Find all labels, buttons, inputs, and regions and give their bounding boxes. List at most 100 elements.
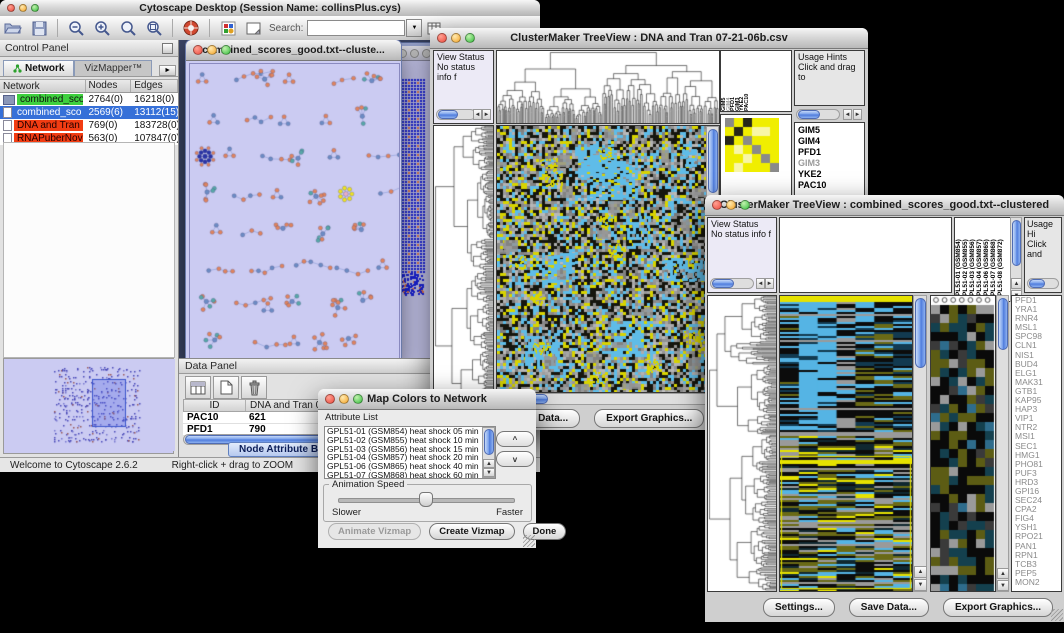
tab-scroll-arrow-icon[interactable]: ► [159, 65, 176, 76]
network-table-row[interactable]: DNA and Tran 07 769(0) 183728(0) [0, 119, 178, 132]
network-canvas[interactable] [189, 63, 400, 360]
float-panel-icon[interactable] [162, 43, 173, 54]
scroll-up-icon[interactable]: ▲ [914, 566, 927, 578]
close-icon[interactable] [7, 4, 15, 12]
scroll-left-icon[interactable]: ◄ [473, 109, 482, 120]
birds-eye-view[interactable] [3, 358, 174, 454]
tv2-status-scrollbar[interactable] [710, 278, 754, 289]
tv2-detail-scrollbar[interactable]: ▲ ▼ [996, 295, 1009, 592]
scroll-left-icon[interactable]: ◄ [843, 109, 852, 120]
scroll-up-icon[interactable]: ▲ [483, 459, 495, 468]
tv2-collabel-scrollbar[interactable]: ▲ ▼ [1010, 217, 1022, 302]
tv1-heatmap-canvas[interactable] [497, 126, 719, 392]
window-controls[interactable] [193, 45, 231, 55]
tv1-hints-scroll-thumb[interactable] [798, 110, 820, 119]
window-controls[interactable] [325, 394, 363, 404]
zoom-window-icon[interactable] [31, 4, 39, 12]
tv1-row-label[interactable]: GIM5 [798, 125, 864, 136]
tv1-column-dendrogram[interactable] [496, 50, 720, 124]
scroll-up-icon[interactable]: ▲ [997, 568, 1009, 579]
gene-label[interactable]: MON2 [1012, 578, 1061, 587]
help-icon[interactable] [179, 18, 203, 38]
zoom-window-icon[interactable] [353, 394, 363, 404]
tv2-hints-scroll-thumb[interactable] [1029, 279, 1045, 288]
tv2-column-tree-panel[interactable] [779, 217, 952, 293]
tv2-heatmap[interactable] [779, 295, 913, 592]
tv1-row-label[interactable]: GIM4 [798, 136, 864, 147]
main-title-bar[interactable]: Cytoscape Desktop (Session Name: collins… [0, 0, 540, 17]
minimize-icon[interactable] [207, 45, 217, 55]
tv1-hints-scrollbar[interactable] [796, 109, 840, 120]
dialog-title-bar[interactable]: Map Colors to Network [318, 389, 536, 410]
scroll-right-icon[interactable]: ► [853, 109, 862, 120]
scroll-down-icon[interactable]: ▼ [483, 468, 495, 477]
tv2-export-graphics-button[interactable]: Export Graphics... [943, 598, 1053, 617]
delete-attribute-icon[interactable] [241, 376, 267, 399]
close-icon[interactable] [325, 394, 335, 404]
tv1-row-dendrogram[interactable] [433, 125, 494, 405]
open-file-icon[interactable] [1, 18, 25, 38]
attribute-list[interactable]: GPL51-01 (GSM854) heat shock 05 minGPL51… [324, 426, 496, 479]
attribute-list-scroll-thumb[interactable] [484, 429, 494, 455]
tv2-detail-scroll-thumb[interactable] [998, 298, 1008, 350]
tv1-vscroll-thumb[interactable] [708, 129, 718, 193]
resize-grip[interactable] [1051, 609, 1063, 621]
tv2-hints-scrollbar[interactable] [1027, 278, 1059, 289]
tv1-export-graphics-button[interactable]: Export Graphics... [594, 409, 704, 428]
tv2-status-scroll-thumb[interactable] [712, 279, 734, 288]
tv2-collabel-scroll-thumb[interactable] [1012, 220, 1021, 266]
tv1-heatmap[interactable]: ▲ ▼ [496, 125, 720, 393]
tv1-row-label[interactable]: GIM3 [798, 158, 864, 169]
treeview2-title-bar[interactable]: ClusterMaker TreeView : combined_scores_… [705, 195, 1064, 216]
vizmapper-icon[interactable] [216, 18, 240, 38]
zoom-in-icon[interactable] [90, 18, 114, 38]
new-attribute-icon[interactable] [213, 376, 239, 399]
minimize-icon[interactable] [19, 4, 27, 12]
scroll-down-icon[interactable]: ▼ [914, 579, 927, 591]
save-icon[interactable] [27, 18, 51, 38]
zoom-window-icon[interactable] [465, 33, 475, 43]
close-icon[interactable] [712, 200, 722, 210]
window-controls[interactable] [7, 4, 39, 12]
window-controls[interactable] [437, 33, 475, 43]
tv2-vscroll-thumb[interactable] [915, 298, 926, 368]
attribute-list-item[interactable]: GPL51-07 (GSM868) heat shock 60 min [325, 471, 495, 479]
minimize-icon[interactable] [451, 33, 461, 43]
tv2-vscrollbar[interactable]: ▲ ▼ [913, 295, 927, 592]
scroll-left-icon[interactable]: ◄ [756, 278, 765, 289]
tv1-status-scrollbar[interactable] [436, 109, 476, 120]
zoom-selected-icon[interactable] [116, 18, 140, 38]
tv2-row-dendrogram[interactable] [707, 295, 777, 592]
tab-network[interactable]: Network [3, 60, 74, 76]
tv1-row-label[interactable]: PAC10 [798, 180, 864, 191]
zoom-window-icon[interactable] [221, 45, 231, 55]
tv1-status-scroll-thumb[interactable] [438, 110, 458, 119]
tv2-row-dendrogram-canvas[interactable] [708, 296, 776, 591]
slider-thumb[interactable] [419, 492, 433, 507]
scroll-down-icon[interactable]: ▼ [997, 580, 1009, 591]
network-table-row[interactable]: combined_scores 2764(0) 16218(0) [0, 93, 178, 106]
tv2-save-data-button[interactable]: Save Data... [849, 598, 929, 617]
create-vizmap-button[interactable]: Create Vizmap [429, 523, 514, 540]
tv2-heatmap-canvas[interactable] [780, 296, 912, 591]
tv2-settings-button[interactable]: Settings... [763, 598, 835, 617]
scroll-right-icon[interactable]: ► [482, 109, 491, 120]
minimize-icon[interactable] [410, 49, 419, 58]
tv1-detail-matrix-canvas[interactable] [725, 118, 779, 172]
close-icon[interactable] [193, 45, 203, 55]
move-up-button[interactable]: ^ [496, 431, 534, 447]
animate-vizmap-button[interactable]: Animate Vizmap [328, 523, 421, 540]
tv1-row-label[interactable]: YKE2 [798, 169, 864, 180]
zoom-fit-icon[interactable] [142, 18, 166, 38]
resize-grip[interactable] [523, 535, 535, 547]
birds-eye-canvas[interactable] [4, 359, 175, 451]
select-attributes-icon[interactable] [185, 376, 211, 399]
tv1-row-dendrogram-canvas[interactable] [434, 126, 493, 404]
tv1-row-label[interactable]: PFD1 [798, 147, 864, 158]
tv1-column-dendrogram-canvas[interactable] [497, 51, 719, 123]
tab-vizmapper[interactable]: VizMapper™ [74, 60, 152, 76]
zoom-window-icon[interactable] [740, 200, 750, 210]
minimize-icon[interactable] [339, 394, 349, 404]
close-icon[interactable] [437, 33, 447, 43]
move-down-button[interactable]: v [496, 451, 534, 467]
